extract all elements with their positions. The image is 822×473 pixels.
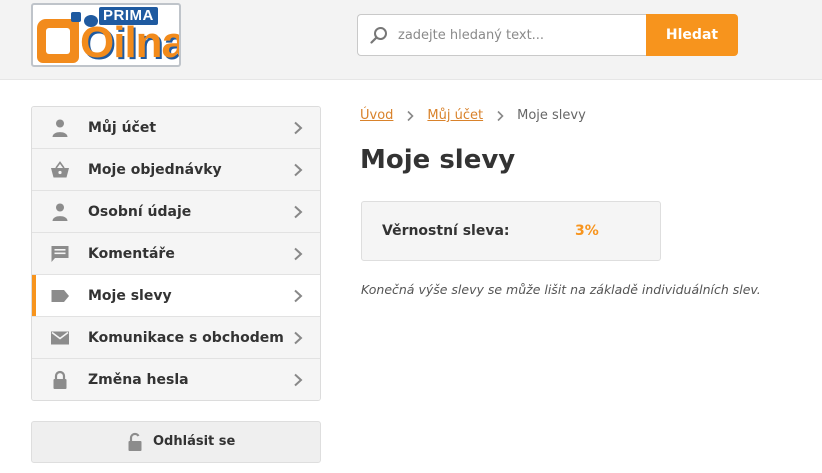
chevron-right-icon	[407, 110, 415, 122]
chevron-right-icon	[294, 163, 303, 177]
logo-oilna-text: Oilna	[80, 18, 181, 67]
sidebar-item-label: Můj účet	[88, 120, 157, 136]
sidebar-item-communication[interactable]: Komunikace s obchodem	[32, 317, 320, 359]
loyalty-discount-value: 3%	[575, 223, 599, 239]
page-title: Moje slevy	[360, 145, 516, 175]
chevron-right-icon	[294, 331, 303, 345]
sidebar-item-label: Komunikace s obchodem	[88, 330, 284, 346]
breadcrumb: Úvod Můj účet Moje slevy	[360, 106, 586, 126]
tag-icon	[51, 290, 69, 302]
breadcrumb-account-link[interactable]: Můj účet	[427, 106, 483, 126]
sidebar-item-orders[interactable]: Moje objednávky	[32, 149, 320, 191]
breadcrumb-current: Moje slevy	[517, 108, 586, 123]
site-header: PRIMA Oilna Hledat	[0, 0, 822, 80]
loyalty-discount-label: Věrnostní sleva:	[382, 223, 510, 239]
loyalty-discount-box: Věrnostní sleva: 3%	[361, 201, 661, 261]
comment-icon	[51, 246, 69, 262]
account-menu: Můj účet Moje objednávky Osobní údaje Ko…	[31, 106, 321, 401]
logout-label: Odhlásit se	[153, 434, 236, 449]
sidebar-item-my-discounts[interactable]: Moje slevy	[32, 275, 320, 317]
search-button[interactable]: Hledat	[646, 14, 738, 56]
chevron-right-icon	[294, 205, 303, 219]
sidebar-item-change-password[interactable]: Změna hesla	[32, 359, 320, 400]
sidebar-item-comments[interactable]: Komentáře	[32, 233, 320, 275]
user-icon	[52, 119, 68, 137]
unlock-icon	[128, 432, 142, 451]
sidebar-item-label: Moje slevy	[88, 288, 172, 304]
sidebar-item-label: Moje objednávky	[88, 162, 222, 178]
breadcrumb-home-link[interactable]: Úvod	[360, 106, 393, 126]
chevron-right-icon	[497, 110, 504, 122]
discount-note: Konečná výše slevy se může lišit na zákl…	[361, 282, 761, 297]
sidebar-item-label: Změna hesla	[88, 372, 189, 388]
oil-can-icon	[37, 12, 81, 63]
site-logo[interactable]: PRIMA Oilna	[31, 3, 181, 67]
sidebar-item-label: Osobní údaje	[88, 204, 192, 220]
lock-icon	[53, 370, 67, 389]
chevron-right-icon	[294, 289, 303, 303]
chevron-right-icon	[294, 373, 303, 387]
sidebar-item-personal-data[interactable]: Osobní údaje	[32, 191, 320, 233]
user-icon	[52, 203, 68, 221]
sidebar-item-label: Komentáře	[88, 246, 175, 262]
chevron-right-icon	[294, 247, 303, 261]
search-box	[357, 14, 646, 56]
basket-icon	[51, 161, 69, 178]
search-input[interactable]	[398, 15, 638, 55]
search-icon	[370, 27, 387, 44]
envelope-icon	[51, 331, 69, 345]
sidebar-item-my-account[interactable]: Můj účet	[32, 107, 320, 149]
logout-button[interactable]: Odhlásit se	[31, 421, 321, 463]
chevron-right-icon	[294, 121, 303, 135]
